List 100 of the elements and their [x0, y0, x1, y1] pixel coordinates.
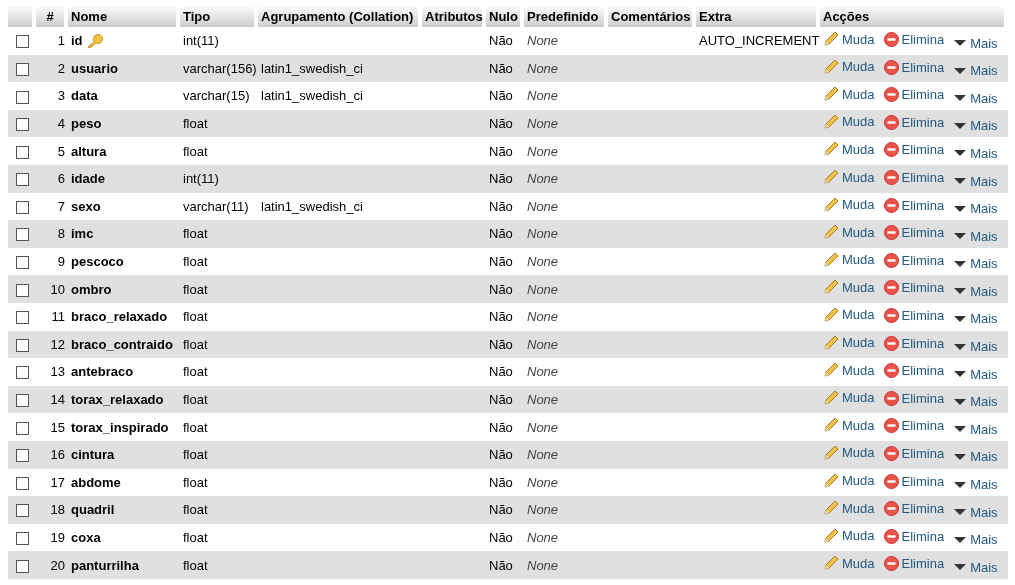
delete-icon [883, 59, 899, 75]
action-link[interactable]: Mais [953, 145, 998, 161]
default-value: None [527, 447, 559, 463]
action-link[interactable]: Mais [953, 421, 998, 437]
row-checkbox[interactable] [15, 476, 29, 490]
default-value: None [527, 474, 559, 490]
action-link[interactable]: Mais [953, 504, 998, 520]
action-link[interactable]: Mais [953, 532, 998, 548]
row-checkbox[interactable] [15, 394, 29, 408]
action-link[interactable]: Elimina [883, 87, 945, 103]
action-link[interactable]: Elimina [883, 114, 945, 130]
action-link[interactable]: Muda [823, 224, 875, 241]
action-link[interactable]: Muda [823, 113, 875, 130]
row-checkbox[interactable] [15, 200, 29, 214]
action-link[interactable]: Muda [823, 362, 875, 379]
action-link[interactable]: Elimina [883, 335, 945, 351]
action-link[interactable]: Mais [953, 201, 998, 217]
row-checkbox[interactable] [15, 118, 29, 132]
action-link[interactable]: Elimina [883, 445, 945, 461]
action-link[interactable]: Elimina [883, 59, 945, 75]
row-checkbox[interactable] [15, 90, 29, 104]
row-checkbox[interactable] [15, 62, 29, 76]
row-number: 9 [57, 254, 65, 270]
row-checkbox[interactable] [15, 145, 29, 159]
action-link[interactable]: Mais [953, 118, 998, 134]
caret-icon [953, 535, 968, 544]
action-link[interactable]: Elimina [883, 225, 945, 241]
action-link[interactable]: Muda [823, 279, 875, 296]
null-value: Não [489, 364, 513, 380]
column-type: float [183, 502, 208, 518]
action-link[interactable]: Elimina [883, 308, 945, 323]
row-checkbox[interactable] [15, 366, 29, 380]
pencil-icon [823, 555, 839, 572]
action-link[interactable]: Elimina [883, 197, 945, 213]
pencil-icon [823, 141, 839, 158]
delete-icon [883, 225, 899, 241]
action-link[interactable]: Mais [953, 256, 998, 272]
default-value: None [527, 60, 559, 76]
action-link[interactable]: Mais [953, 394, 998, 410]
row-checkbox[interactable] [15, 35, 29, 49]
action-link[interactable]: Mais [953, 477, 998, 493]
action-link[interactable]: Elimina [883, 363, 945, 379]
row-checkbox[interactable] [15, 311, 29, 325]
action-link[interactable]: Elimina [883, 390, 945, 406]
action-link[interactable]: Elimina [883, 252, 945, 268]
action-link[interactable]: Mais [953, 35, 998, 51]
action-link[interactable]: Elimina [883, 32, 945, 48]
action-link[interactable]: Muda [823, 58, 875, 75]
action-link[interactable]: Mais [953, 283, 998, 299]
action-link[interactable]: Mais [953, 366, 998, 382]
action-link[interactable]: Elimina [883, 556, 945, 572]
row-checkbox[interactable] [15, 504, 29, 518]
action-link[interactable]: Mais [953, 63, 998, 79]
row-checkbox[interactable] [15, 449, 29, 463]
action-link[interactable]: Elimina [883, 142, 945, 158]
action-link[interactable]: Muda [823, 417, 875, 434]
action-link[interactable]: Elimina [883, 501, 945, 517]
row-checkbox[interactable] [15, 532, 29, 545]
action-link[interactable]: Muda [823, 444, 875, 461]
action-link[interactable]: Muda [823, 334, 875, 351]
action-link[interactable]: Muda [823, 31, 875, 48]
pencil-icon [823, 58, 839, 75]
action-link[interactable]: Mais [953, 90, 998, 106]
action-link[interactable]: Muda [823, 307, 875, 323]
action-link[interactable]: Mais [953, 339, 998, 355]
action-link[interactable]: Muda [823, 555, 875, 572]
row-checkbox[interactable] [15, 283, 29, 297]
action-link[interactable]: Muda [823, 86, 875, 103]
null-value: Não [489, 502, 513, 518]
delete-icon [883, 528, 899, 544]
row-checkbox[interactable] [15, 559, 29, 573]
action-link[interactable]: Elimina [883, 528, 945, 544]
action-link[interactable]: Muda [823, 141, 875, 158]
row-checkbox[interactable] [15, 228, 29, 242]
action-link[interactable]: Mais [953, 228, 998, 244]
row-checkbox[interactable] [15, 421, 29, 435]
null-value: Não [489, 33, 513, 49]
action-link[interactable]: Elimina [883, 170, 945, 185]
action-link[interactable]: Muda [823, 527, 875, 544]
row-checkbox[interactable] [15, 256, 29, 270]
action-link[interactable]: Elimina [883, 473, 945, 489]
row-checkbox[interactable] [15, 173, 29, 187]
action-link[interactable]: Muda [823, 251, 875, 268]
action-link[interactable]: Elimina [883, 280, 945, 296]
action-link[interactable]: Mais [953, 311, 998, 327]
action-link[interactable]: Mais [953, 173, 998, 189]
row-number: 15 [50, 419, 65, 435]
column-header[interactable]: Atributos [422, 5, 486, 27]
row-number: 3 [57, 88, 65, 104]
action-link[interactable]: Muda [823, 500, 875, 517]
action-link[interactable]: Muda [823, 196, 875, 213]
action-link[interactable]: Mais [953, 449, 998, 465]
row-checkbox[interactable] [15, 338, 29, 352]
caret-icon [953, 452, 968, 461]
action-link[interactable]: Muda [823, 472, 875, 489]
action-link[interactable]: Elimina [883, 418, 945, 434]
action-link[interactable]: Muda [823, 389, 875, 406]
delete-icon [883, 473, 899, 489]
action-link[interactable]: Muda [823, 169, 875, 185]
action-link[interactable]: Mais [953, 559, 998, 575]
